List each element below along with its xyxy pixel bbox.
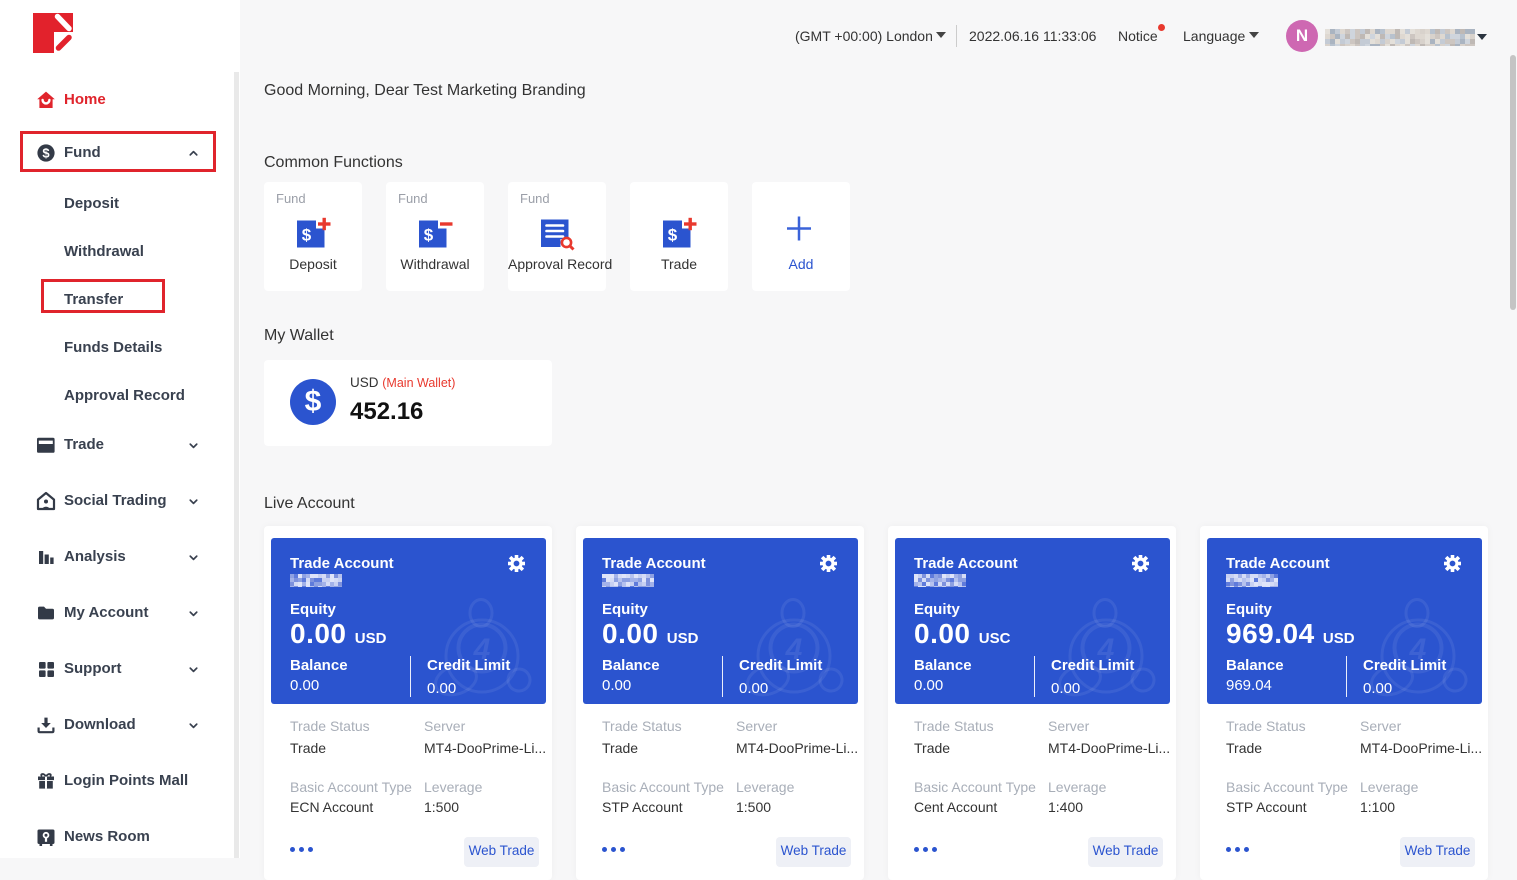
svg-text:$: $ xyxy=(668,226,678,245)
svg-text:$: $ xyxy=(302,226,312,245)
svg-text:$: $ xyxy=(42,146,50,161)
svg-text:$: $ xyxy=(424,226,434,245)
